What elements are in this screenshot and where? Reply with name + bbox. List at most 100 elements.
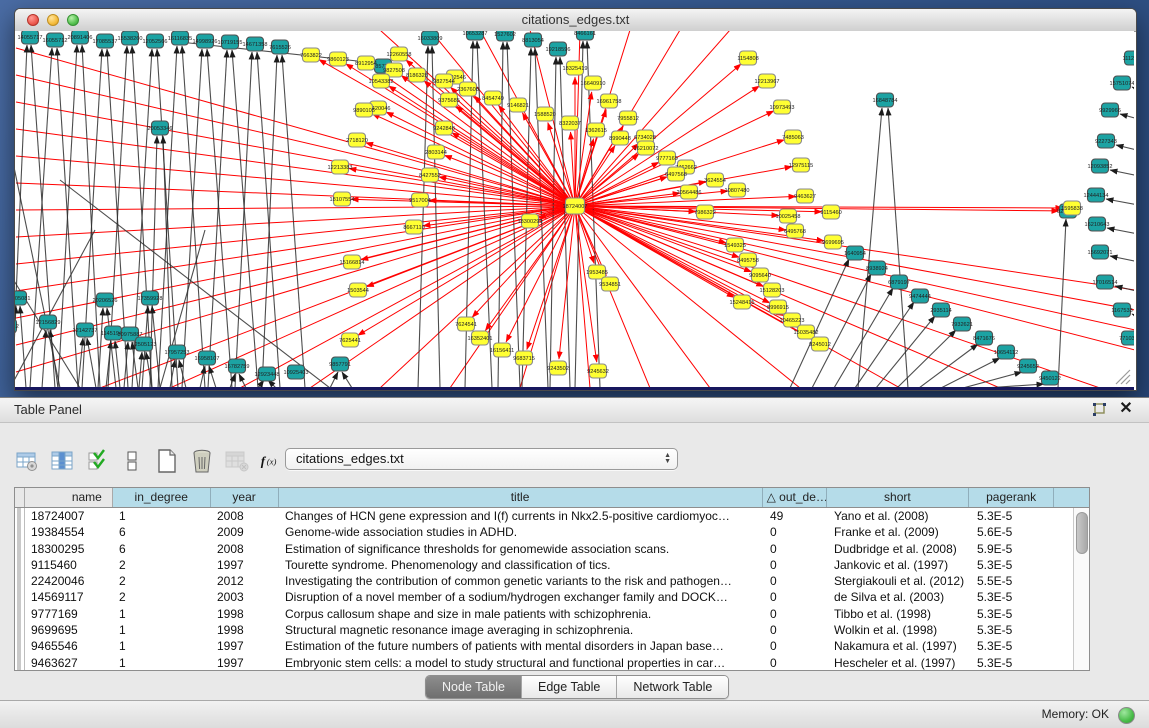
graph-node[interactable]: 16352401 [468, 331, 493, 345]
graph-node[interactable]: 2367608 [457, 82, 479, 96]
cell-title[interactable]: Tourette syndrome. Phenomenology and cla… [279, 557, 764, 573]
graph-node[interactable]: 10719155 [218, 35, 243, 49]
cell-pagerank[interactable]: 5.3E-5 [971, 638, 1056, 654]
tab-edge-table[interactable]: Edge Table [522, 676, 617, 698]
graph-node[interactable]: 9777169 [656, 151, 678, 165]
network-canvas[interactable]: 1405571716055712208914061708553715538260… [15, 31, 1134, 390]
graph-node[interactable]: 7615526 [269, 40, 291, 54]
graph-node[interactable]: 8996915 [767, 300, 789, 314]
graph-node[interactable]: 1167533 [1111, 303, 1132, 317]
graph-node[interactable]: 9534851 [599, 277, 621, 291]
graph-node[interactable]: 9517004 [409, 193, 431, 207]
cell-year[interactable]: 2008 [211, 508, 279, 524]
graph-node[interactable]: 9115460 [820, 205, 841, 219]
graph-node[interactable]: 18325419 [563, 61, 588, 75]
graph-node[interactable]: 7625441 [339, 333, 361, 347]
cell-out[interactable]: 0 [764, 655, 828, 671]
graph-node[interactable]: 9243502 [547, 361, 569, 375]
graph-node[interactable]: 16848784 [873, 93, 898, 107]
graph-node[interactable]: 16156411 [490, 343, 514, 357]
graph-node[interactable]: 8466161 [574, 31, 596, 40]
float-panel-icon[interactable] [1091, 402, 1107, 418]
graph-node[interactable]: 16961758 [597, 94, 622, 108]
cell-pagerank[interactable]: 5.3E-5 [971, 606, 1056, 622]
graph-node[interactable]: 9929966 [1099, 103, 1121, 117]
cell-pagerank[interactable]: 5.5E-5 [971, 573, 1056, 589]
graph-node[interactable]: 14998926 [193, 34, 218, 48]
graph-node[interactable]: 18107554 [330, 192, 355, 206]
graph-node[interactable]: 16210643 [1085, 217, 1110, 231]
cell-short[interactable]: Franke et al. (2009) [828, 524, 971, 540]
graph-node[interactable]: 17359928 [138, 291, 163, 305]
cell-in_degree[interactable]: 6 [113, 541, 211, 557]
table-row[interactable]: 946554611997Estimation of the future num… [15, 638, 1089, 654]
cell-title[interactable]: Disruption of a novel member of a sodium… [279, 589, 764, 605]
graph-node[interactable]: 12213383 [328, 160, 353, 174]
graph-node[interactable]: 10543382 [369, 74, 394, 88]
graph-node[interactable]: 9890105 [353, 103, 375, 117]
graph-node[interactable]: 7624541 [455, 317, 477, 331]
graph-node[interactable]: 15538260 [118, 31, 143, 45]
cell-pagerank[interactable]: 5.6E-5 [971, 524, 1056, 540]
new-table-icon[interactable] [154, 448, 180, 474]
graph-node[interactable]: 10925403 [284, 365, 309, 379]
graph-node[interactable]: 18724007 [563, 198, 588, 214]
cell-year[interactable]: 2003 [211, 589, 279, 605]
cell-year[interactable]: 1998 [211, 606, 279, 622]
graph-node[interactable]: 12923448 [255, 367, 280, 381]
graph-node[interactable]: 16210072 [634, 141, 659, 155]
cell-short[interactable]: de Silva et al. (2003) [828, 589, 971, 605]
graph-node[interactable]: 15751074 [1110, 76, 1134, 90]
function-builder-icon[interactable]: f(x) [259, 448, 285, 474]
graph-node[interactable]: 7663822 [300, 48, 322, 62]
tab-node-table[interactable]: Node Table [426, 676, 522, 698]
graph-node[interactable]: 8912954 [355, 56, 377, 70]
cell-pagerank[interactable]: 5.3E-5 [971, 508, 1056, 524]
cell-short[interactable]: Tibbo et al. (1998) [828, 606, 971, 622]
table-selector-dropdown[interactable]: citations_edges.txt ▲▼ [285, 448, 678, 470]
column-header-name[interactable]: name [25, 488, 113, 507]
graph-node[interactable]: 9474444 [909, 289, 931, 303]
graph-node[interactable]: 1503544 [347, 283, 369, 297]
graph-node[interactable]: 8454749 [482, 91, 504, 105]
cell-short[interactable]: Nakamura et al. (1997) [828, 638, 971, 654]
graph-node[interactable]: 2935114 [930, 303, 951, 317]
graph-node[interactable]: 9683715 [513, 351, 535, 365]
delete-columns-icon[interactable] [189, 448, 215, 474]
cell-in_degree[interactable]: 2 [113, 557, 211, 573]
graph-node[interactable]: 9245652 [1017, 359, 1039, 373]
graph-node[interactable]: 8938924 [866, 261, 888, 275]
cell-out[interactable]: 0 [764, 557, 828, 573]
table-settings-icon[interactable] [14, 448, 40, 474]
graph-node[interactable]: 10807480 [725, 183, 750, 197]
graph-node[interactable]: 8322037 [559, 116, 581, 130]
cell-title[interactable]: Estimation of significance thresholds fo… [279, 541, 764, 557]
cell-short[interactable]: Dudbridge et al. (2008) [828, 541, 971, 557]
select-columns-icon[interactable] [49, 448, 75, 474]
graph-node[interactable]: 16640910 [581, 76, 606, 90]
graph-node[interactable]: 9463627 [794, 189, 816, 203]
row-options-icon[interactable] [119, 448, 145, 474]
table-row[interactable]: 1938455462009Genome-wide association stu… [15, 524, 1089, 540]
cell-pagerank[interactable]: 5.3E-5 [971, 655, 1056, 671]
graph-node[interactable]: 9699695 [822, 235, 844, 249]
graph-node[interactable]: 6495768 [784, 224, 806, 238]
cell-title[interactable]: Corpus callosum shape and size in male p… [279, 606, 764, 622]
graph-node[interactable]: 8990448 [609, 131, 631, 145]
graph-node[interactable]: 12142737 [73, 323, 98, 337]
cell-year[interactable]: 1998 [211, 622, 279, 638]
tab-network-table[interactable]: Network Table [617, 676, 728, 698]
graph-node[interactable]: 9245632 [587, 364, 609, 378]
graph-node[interactable]: 9227343 [1095, 134, 1117, 148]
graph-node[interactable]: 1362615 [585, 123, 607, 137]
graph-node[interactable]: 1640954 [844, 246, 866, 260]
table-row[interactable]: 977716911998Corpus callosum shape and si… [15, 606, 1089, 622]
cell-title[interactable]: Structural magnetic resonance image aver… [279, 622, 764, 638]
scrollbar-thumb[interactable] [1076, 512, 1088, 554]
cell-in_degree[interactable]: 1 [113, 638, 211, 654]
graph-node[interactable]: 9860123 [327, 52, 349, 66]
column-header-in_degree[interactable]: in_degree [113, 488, 211, 507]
graph-node[interactable]: 9242848 [433, 121, 455, 135]
graph-node[interactable]: 15128203 [760, 283, 785, 297]
graph-node[interactable]: 18300295 [518, 214, 543, 228]
